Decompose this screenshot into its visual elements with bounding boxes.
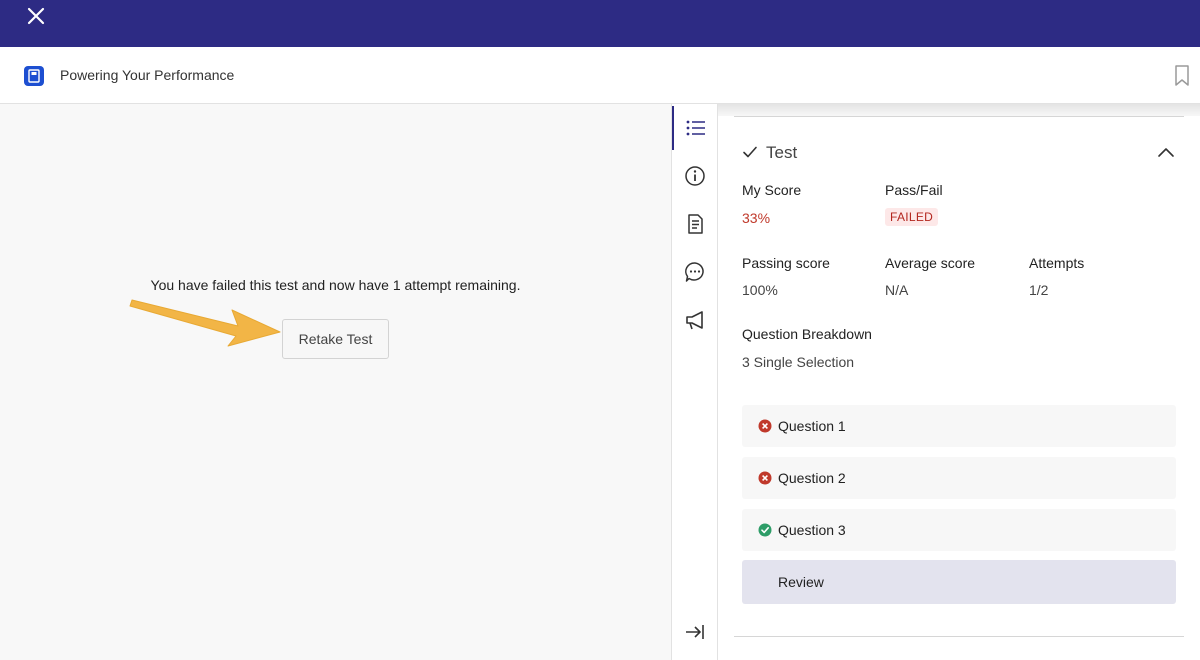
divider xyxy=(734,116,1184,117)
question-item[interactable]: Question 3 xyxy=(742,509,1176,551)
question-label: Question 1 xyxy=(778,418,846,434)
average-score-label: Average score xyxy=(885,255,976,271)
megaphone-icon[interactable] xyxy=(672,298,718,342)
chat-icon[interactable] xyxy=(672,250,718,294)
course-header: Powering Your Performance xyxy=(0,47,1200,104)
section-title: Test xyxy=(766,143,798,162)
attempts-value: 1/2 xyxy=(1029,282,1049,298)
my-score-value: 33% xyxy=(742,210,771,226)
close-icon[interactable] xyxy=(24,4,48,28)
book-icon xyxy=(24,66,44,86)
top-bar xyxy=(0,0,1200,47)
divider xyxy=(734,636,1184,637)
error-icon xyxy=(758,419,772,433)
course-title: Powering Your Performance xyxy=(60,67,235,83)
pass-fail-label: Pass/Fail xyxy=(885,182,943,198)
panel-shadow xyxy=(718,104,1200,116)
question-item[interactable]: Question 2 xyxy=(742,457,1176,499)
bookmark-icon[interactable] xyxy=(1172,64,1192,88)
passing-score-label: Passing score xyxy=(742,255,830,271)
info-icon[interactable] xyxy=(672,154,718,198)
question-item[interactable]: Question 1 xyxy=(742,405,1176,447)
passing-score-value: 100% xyxy=(742,282,778,298)
review-label: Review xyxy=(778,574,824,590)
content-area: You have failed this test and now have 1… xyxy=(0,104,671,660)
average-score-value: N/A xyxy=(885,282,909,298)
my-score-label: My Score xyxy=(742,182,802,198)
attempts-label: Attempts xyxy=(1029,255,1085,271)
question-label: Question 3 xyxy=(778,522,846,538)
collapse-panel-icon[interactable] xyxy=(672,610,718,654)
error-icon xyxy=(758,471,772,485)
check-icon xyxy=(743,146,757,158)
check-circle-icon xyxy=(758,523,772,537)
question-breakdown-value: 3 Single Selection xyxy=(742,354,855,370)
test-results-panel: Test My Score 33% Pass/Fail FAILED Passi… xyxy=(718,104,1200,660)
list-icon[interactable] xyxy=(672,106,718,150)
side-icon-rail xyxy=(671,104,718,660)
chevron-up-icon[interactable] xyxy=(1156,144,1176,160)
question-breakdown-label: Question Breakdown xyxy=(742,326,872,342)
review-button[interactable]: Review xyxy=(742,560,1176,604)
retake-test-button[interactable]: Retake Test xyxy=(282,319,389,359)
question-label: Question 2 xyxy=(778,470,846,486)
document-icon[interactable] xyxy=(672,202,718,246)
pointer-arrow xyxy=(129,299,281,347)
fail-message: You have failed this test and now have 1… xyxy=(150,277,521,293)
status-badge: FAILED xyxy=(885,208,939,226)
